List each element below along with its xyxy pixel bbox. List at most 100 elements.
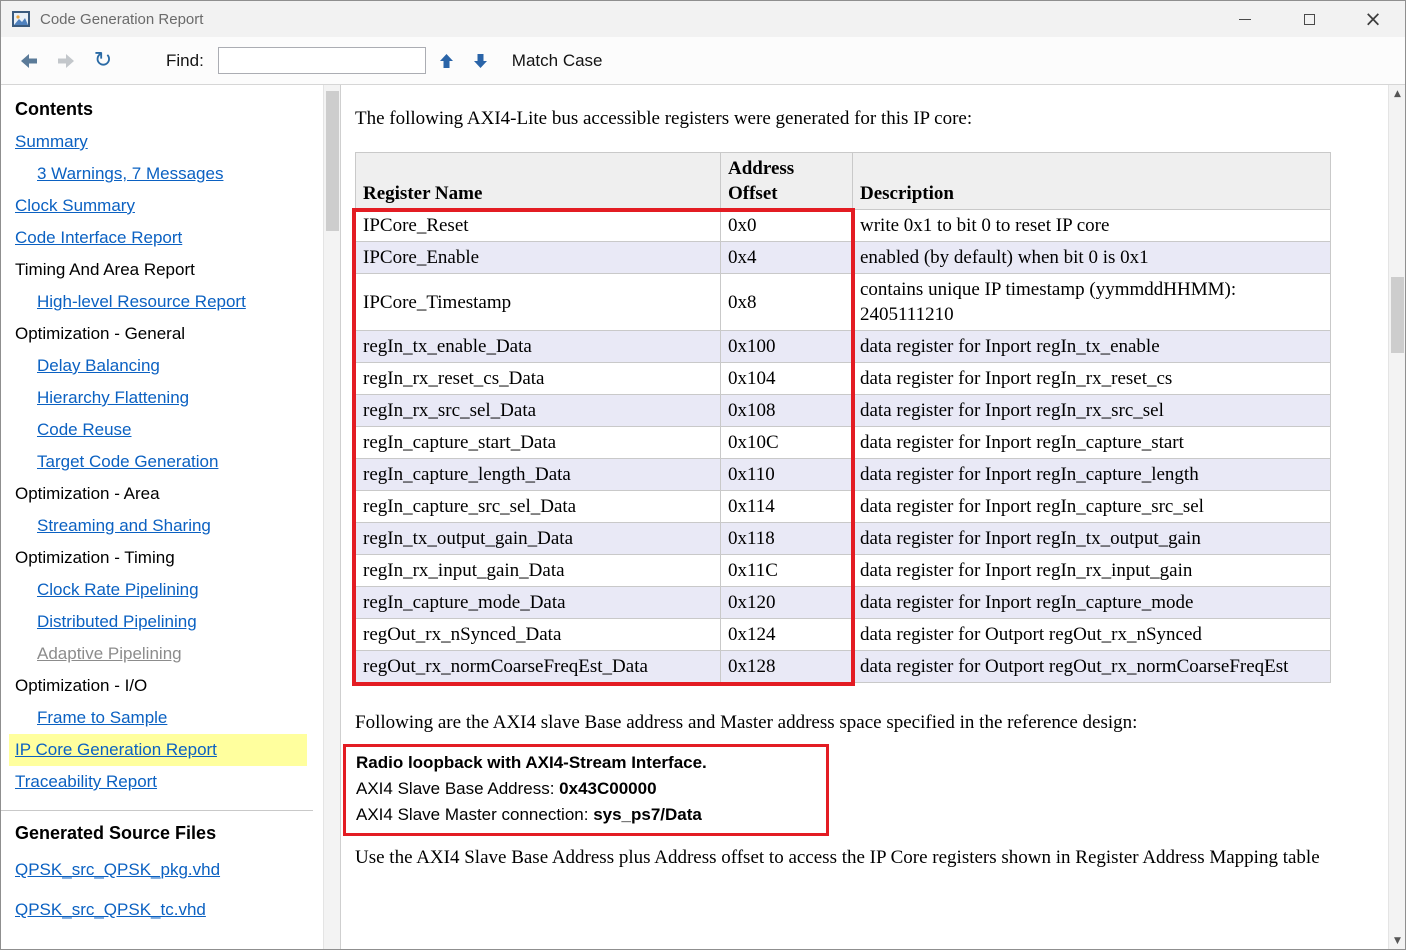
slave-master-connection-value: sys_ps7/Data: [593, 805, 702, 824]
forward-button[interactable]: [50, 45, 82, 77]
usage-text: Use the AXI4 Slave Base Address plus Add…: [355, 844, 1372, 871]
refresh-button[interactable]: ↻: [87, 45, 119, 77]
description-cell: write 0x1 to bit 0 to reset IP core: [853, 210, 1331, 242]
address-offset-cell: 0x4: [721, 242, 853, 274]
address-offset-cell: 0x120: [721, 587, 853, 619]
file-link-label[interactable]: QPSK_src_QPSK_pkg.vhd: [15, 860, 220, 879]
address-offset-cell: 0x10C: [721, 427, 853, 459]
sidebar-item-distributed-pipelining[interactable]: Distributed Pipelining: [15, 606, 323, 638]
register-name-cell: regIn_rx_src_sel_Data: [356, 395, 721, 427]
slave-base-address-line: AXI4 Slave Base Address: 0x43C00000: [356, 776, 816, 802]
sidebar-item-label[interactable]: Frame to Sample: [37, 708, 167, 727]
sidebar-item-label[interactable]: Clock Summary: [15, 196, 135, 215]
close-button[interactable]: ×: [1341, 1, 1405, 37]
sidebar-item-optimization-area: Optimization - Area: [15, 478, 323, 510]
description-cell: data register for Inport regIn_tx_enable: [853, 331, 1331, 363]
sidebar-item-optimization-general: Optimization - General: [15, 318, 323, 350]
match-case-toggle[interactable]: Match Case: [512, 51, 603, 71]
minimize-button[interactable]: [1213, 1, 1277, 37]
sidebar-item-summary[interactable]: Summary: [15, 126, 323, 158]
find-next-button[interactable]: [468, 48, 494, 74]
sidebar-item-label[interactable]: High-level Resource Report: [37, 292, 246, 311]
address-offset-cell: 0x108: [721, 395, 853, 427]
table-row: IPCore_Reset0x0write 0x1 to bit 0 to res…: [356, 210, 1331, 242]
scroll-down-arrow[interactable]: ▼: [1389, 932, 1406, 949]
sidebar-item-label[interactable]: Streaming and Sharing: [37, 516, 211, 535]
sidebar-item-3-warnings-7-messages[interactable]: 3 Warnings, 7 Messages: [15, 158, 323, 190]
back-button[interactable]: [13, 45, 45, 77]
close-icon: ×: [1364, 9, 1382, 30]
sidebar-item-delay-balancing[interactable]: Delay Balancing: [15, 350, 323, 382]
down-arrow-icon: [473, 53, 488, 69]
address-info-box: Radio loopback with AXI4-Stream Interfac…: [343, 744, 829, 836]
sidebar-item-label[interactable]: Target Code Generation: [37, 452, 218, 471]
sidebar-scrollbar: [323, 85, 340, 949]
main-scrollbar-thumb[interactable]: [1391, 277, 1404, 353]
sidebar-item-label[interactable]: Clock Rate Pipelining: [37, 580, 199, 599]
toolbar: ↻ Find: Match Case: [1, 37, 1405, 85]
file-link-label[interactable]: QPSK_src_QPSK_tc.vhd: [15, 900, 206, 919]
intro-text: The following AXI4-Lite bus accessible r…: [355, 105, 1372, 132]
file-link[interactable]: QPSK_src_QPSK_pkg.vhd: [15, 850, 323, 890]
sidebar-item-hierarchy-flattening[interactable]: Hierarchy Flattening: [15, 382, 323, 414]
sidebar-item-label[interactable]: 3 Warnings, 7 Messages: [37, 164, 223, 183]
back-arrow-icon: [20, 53, 38, 69]
column-header-address-offset: Address Offset: [721, 153, 853, 210]
sidebar-item-clock-summary[interactable]: Clock Summary: [15, 190, 323, 222]
content-area: Contents Summary3 Warnings, 7 MessagesCl…: [1, 85, 1405, 949]
address-offset-cell: 0x128: [721, 651, 853, 683]
sidebar-item-clock-rate-pipelining[interactable]: Clock Rate Pipelining: [15, 574, 323, 606]
sidebar-item-adaptive-pipelining[interactable]: Adaptive Pipelining: [15, 638, 323, 670]
table-row: regIn_rx_src_sel_Data0x108data register …: [356, 395, 1331, 427]
reference-design-name: Radio loopback with AXI4-Stream Interfac…: [356, 750, 816, 776]
find-input[interactable]: [218, 47, 426, 74]
description-cell: data register for Inport regIn_rx_input_…: [853, 555, 1331, 587]
sidebar-item-traceability-report[interactable]: Traceability Report: [15, 766, 323, 798]
sidebar-item-label[interactable]: Code Reuse: [37, 420, 132, 439]
sidebar-item-high-level-resource-report[interactable]: High-level Resource Report: [15, 286, 323, 318]
table-row: regIn_rx_input_gain_Data0x11Cdata regist…: [356, 555, 1331, 587]
register-name-cell: regIn_tx_output_gain_Data: [356, 523, 721, 555]
register-name-cell: IPCore_Timestamp: [356, 274, 721, 331]
find-previous-button[interactable]: [434, 48, 460, 74]
sidebar-item-code-interface-report[interactable]: Code Interface Report: [15, 222, 323, 254]
sidebar-item-label[interactable]: Traceability Report: [15, 772, 157, 791]
file-link[interactable]: QPSK_src_QPSK_tc.vhd: [15, 890, 323, 930]
address-offset-cell: 0x11C: [721, 555, 853, 587]
sidebar-item-code-reuse[interactable]: Code Reuse: [15, 414, 323, 446]
sidebar-item-label: Timing And Area Report: [15, 260, 195, 279]
find-label: Find:: [166, 51, 204, 71]
generated-source-files-heading: Generated Source Files: [15, 823, 323, 844]
sidebar-item-streaming-and-sharing[interactable]: Streaming and Sharing: [15, 510, 323, 542]
table-row: regIn_capture_start_Data0x10Cdata regist…: [356, 427, 1331, 459]
sidebar-item-label: Optimization - General: [15, 324, 185, 343]
description-cell: data register for Outport regOut_rx_nSyn…: [853, 619, 1331, 651]
description-cell: contains unique IP timestamp (yymmddHHMM…: [853, 274, 1331, 331]
scroll-up-arrow[interactable]: ▲: [1389, 85, 1406, 102]
app-icon: [11, 9, 31, 29]
address-offset-cell: 0x118: [721, 523, 853, 555]
sidebar-item-ip-core-generation-report[interactable]: IP Core Generation Report: [9, 734, 307, 766]
sidebar-item-frame-to-sample[interactable]: Frame to Sample: [15, 702, 323, 734]
sidebar-item-label[interactable]: IP Core Generation Report: [15, 740, 217, 759]
sidebar-item-optimization-i-o: Optimization - I/O: [15, 670, 323, 702]
description-cell: data register for Inport regIn_tx_output…: [853, 523, 1331, 555]
sidebar-item-target-code-generation[interactable]: Target Code Generation: [15, 446, 323, 478]
register-name-cell: IPCore_Enable: [356, 242, 721, 274]
sidebar-item-label[interactable]: Hierarchy Flattening: [37, 388, 189, 407]
address-offset-cell: 0x104: [721, 363, 853, 395]
maximize-button[interactable]: [1277, 1, 1341, 37]
sidebar-scrollbar-thumb[interactable]: [326, 91, 339, 231]
column-header-register-name: Register Name: [356, 153, 721, 210]
sidebar-item-label[interactable]: Code Interface Report: [15, 228, 182, 247]
sidebar-item-label[interactable]: Summary: [15, 132, 88, 151]
sidebar-item-label[interactable]: Distributed Pipelining: [37, 612, 197, 631]
description-cell: data register for Inport regIn_capture_s…: [853, 427, 1331, 459]
sidebar-item-label[interactable]: Adaptive Pipelining: [37, 644, 182, 663]
register-table: Register Name Address Offset Description…: [355, 152, 1331, 683]
sidebar-item-label: Optimization - I/O: [15, 676, 147, 695]
register-name-cell: regIn_rx_reset_cs_Data: [356, 363, 721, 395]
table-row: regIn_capture_mode_Data0x120data registe…: [356, 587, 1331, 619]
sidebar-item-label[interactable]: Delay Balancing: [37, 356, 160, 375]
report-pane: The following AXI4-Lite bus accessible r…: [341, 85, 1388, 949]
